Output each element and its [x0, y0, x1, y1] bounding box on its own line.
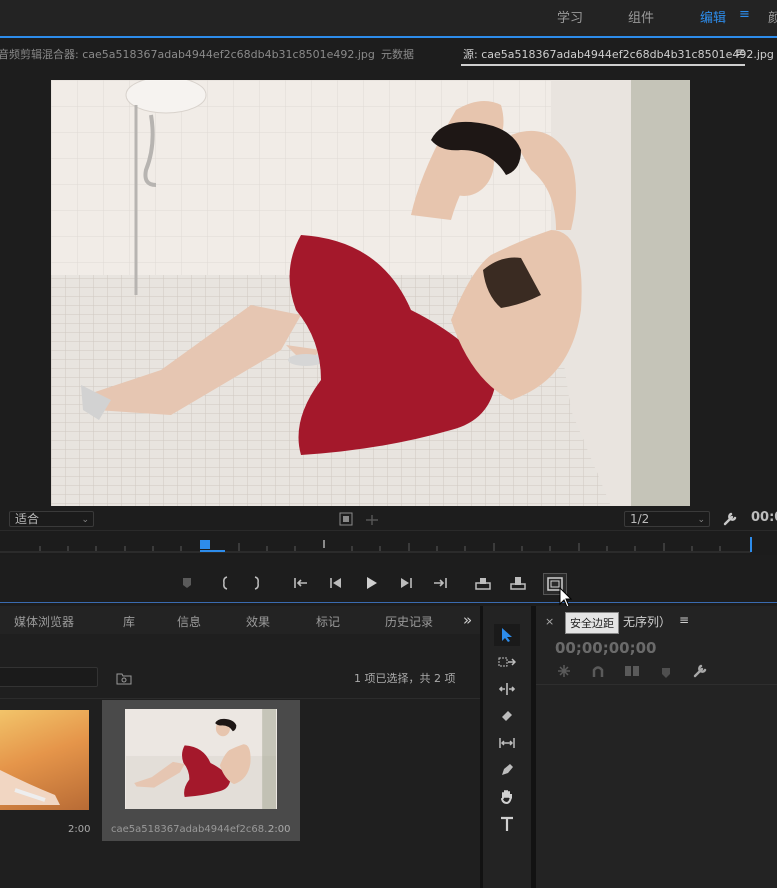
clip-thumbnail [125, 709, 277, 809]
tab-overflow-icon[interactable]: » [463, 611, 472, 629]
snap-icon[interactable] [591, 663, 605, 677]
chevron-down-icon: ⌄ [81, 515, 89, 525]
drag-audio-video-icon[interactable] [364, 512, 380, 526]
workspace-editing[interactable]: 编辑 [700, 7, 726, 26]
go-to-in-icon [294, 578, 307, 588]
tab-audio-clip-mixer[interactable]: 音频剪辑混合器: cae5a518367adab4944ef2c68db4b31… [0, 46, 375, 62]
step-forward-button[interactable] [396, 574, 416, 592]
zoom-level-value: 适合 [15, 512, 40, 526]
panel-menu-icon[interactable]: ≡ [735, 45, 745, 59]
close-icon[interactable]: × [545, 615, 554, 628]
add-marker-icon[interactable] [660, 664, 672, 678]
timeline-title[interactable]: 无序列） [623, 613, 671, 630]
playback-resolution-value: 1/2 [630, 512, 650, 526]
workspace-learn[interactable]: 学习 [557, 7, 583, 26]
time-ruler[interactable] [0, 530, 777, 555]
wrench-icon[interactable] [722, 511, 738, 527]
timeline-menu-icon[interactable]: ≡ [679, 613, 689, 627]
go-to-out-icon [434, 578, 447, 588]
ripple-edit-tool-icon[interactable] [494, 678, 520, 700]
step-back-button[interactable] [326, 574, 346, 592]
search-input[interactable] [0, 667, 98, 687]
tab-libraries[interactable]: 库 [123, 613, 135, 630]
insert-icon [475, 578, 491, 590]
workspace-assembly[interactable]: 组件 [628, 7, 654, 26]
marker-icon [183, 578, 191, 588]
timeline-timecode[interactable]: 00;00;00;00 [555, 639, 657, 657]
find-icon[interactable] [116, 670, 132, 685]
clip-name: cae5a518367adab4944ef2c68... [111, 824, 271, 835]
step-forward-icon [401, 578, 412, 588]
panel-divider [0, 602, 777, 603]
add-marker-button[interactable] [177, 574, 197, 592]
type-tool-icon[interactable] [494, 813, 520, 835]
insert-button[interactable] [473, 574, 493, 592]
selection-tool-icon[interactable] [494, 624, 520, 646]
tab-media-browser[interactable]: 媒体浏览器 [14, 613, 74, 630]
hand-tool-icon[interactable] [494, 786, 520, 808]
transport-controls [0, 566, 777, 600]
chevron-down-icon: ⌄ [697, 515, 705, 525]
slip-tool-icon[interactable] [494, 732, 520, 754]
project-panel: 1 项已选择，共 2 项 2:00 cae5a518367adab4944ef2… [0, 634, 480, 888]
tab-info[interactable]: 信息 [177, 613, 201, 630]
clip-thumbnail [0, 710, 89, 810]
workspace-color[interactable]: 颜 [768, 7, 777, 26]
workspace-bar: 学习 组件 编辑 ≡ 颜 [0, 0, 777, 36]
source-image [51, 80, 690, 506]
zoom-level-dropdown[interactable]: 适合 ⌄ [9, 511, 94, 527]
playback-resolution-dropdown[interactable]: 1/2 ⌄ [624, 511, 710, 527]
nest-icon[interactable] [557, 663, 571, 677]
workspace-menu-icon[interactable]: ≡ [739, 7, 750, 22]
overwrite-button[interactable] [508, 574, 528, 592]
timeline-panel: × 无序列） ≡ 00;00;00;00 [536, 606, 777, 888]
divider [0, 698, 480, 699]
clip-duration: 2:00 [68, 824, 91, 835]
pen-tool-icon[interactable] [494, 759, 520, 781]
filmstrip-icon[interactable] [339, 511, 353, 526]
tab-effects[interactable]: 效果 [246, 613, 270, 630]
tab-source[interactable]: 源: cae5a518367adab4944ef2c68db4b31c8501e… [463, 46, 774, 62]
mark-out-icon [254, 576, 259, 590]
source-tab-indicator [461, 64, 745, 66]
tools-panel [483, 606, 531, 888]
linked-selection-icon[interactable] [624, 663, 640, 677]
timeline-settings-wrench-icon[interactable] [692, 663, 708, 679]
divider [536, 684, 777, 685]
go-to-in-button[interactable] [291, 574, 311, 592]
tooltip: 安全边距 [565, 612, 619, 634]
overwrite-icon [510, 577, 526, 590]
mark-in-icon [223, 576, 228, 590]
track-select-tool-icon[interactable] [494, 651, 520, 673]
mark-out-button[interactable] [247, 574, 267, 592]
project-item[interactable]: 2:00 [0, 702, 98, 844]
play-button[interactable] [361, 574, 381, 592]
tab-metadata[interactable]: 元数据 [381, 46, 414, 62]
source-monitor-frame[interactable] [51, 80, 690, 506]
project-panel-tabs: 媒体浏览器 库 信息 效果 标记 历史记录 » [0, 606, 480, 634]
clip-duration: 2:00 [268, 824, 291, 835]
play-icon [367, 577, 377, 589]
mark-in-button[interactable] [215, 574, 235, 592]
selection-status: 1 项已选择，共 2 项 [354, 672, 456, 685]
tab-markers[interactable]: 标记 [316, 613, 340, 630]
project-item-selected[interactable]: cae5a518367adab4944ef2c68... 2:00 [102, 700, 300, 841]
go-to-out-button[interactable] [430, 574, 450, 592]
playhead-timecode[interactable]: 00:0 [751, 510, 777, 525]
razor-tool-icon[interactable] [494, 705, 520, 727]
step-back-icon [330, 578, 341, 588]
tab-history[interactable]: 历史记录 [385, 613, 433, 630]
